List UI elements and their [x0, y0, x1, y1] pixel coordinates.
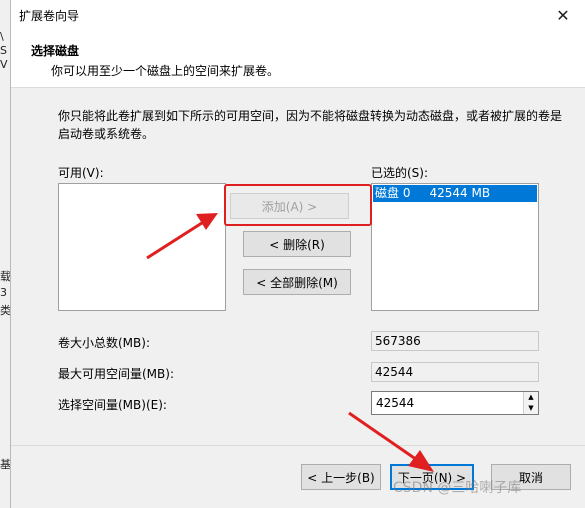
arrow-to-add-button-icon	[146, 213, 218, 260]
annotation-arrows	[146, 213, 434, 472]
arrow-to-next-button-icon	[348, 411, 434, 472]
